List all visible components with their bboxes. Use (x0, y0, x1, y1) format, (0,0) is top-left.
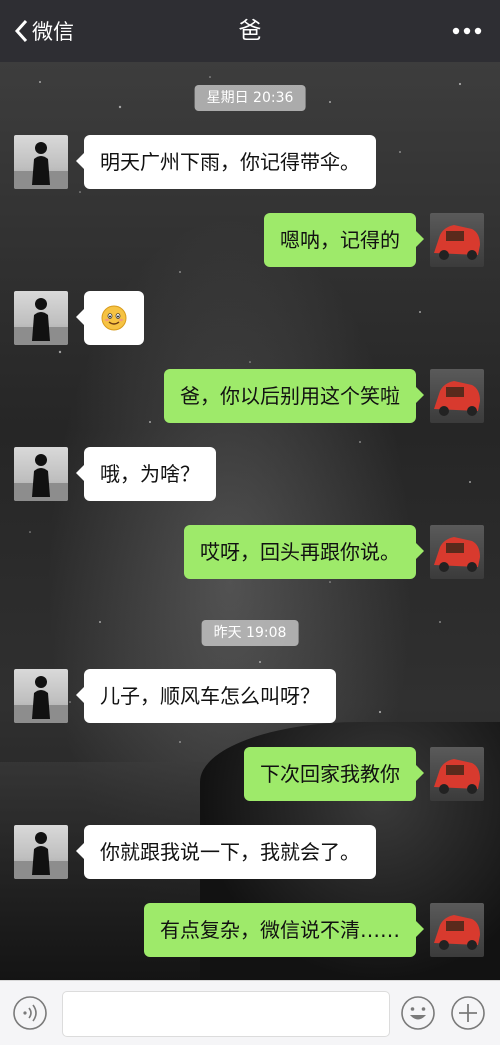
smile-emoji-icon (101, 305, 127, 330)
nav-bar: 微信 爸 (0, 0, 500, 62)
red-car-icon (434, 537, 480, 572)
plus-button[interactable] (450, 995, 486, 1031)
message-bubble-sent[interactable]: 爸，你以后别用这个笑啦 (164, 369, 424, 423)
avatar-me[interactable] (430, 213, 484, 267)
more-dots-icon (452, 27, 482, 35)
avatar-dad[interactable] (14, 291, 68, 345)
red-car-icon (434, 381, 480, 416)
avatar-dad[interactable] (14, 825, 68, 879)
avatar-dad[interactable] (14, 135, 68, 189)
emoji-button[interactable] (400, 995, 436, 1031)
person-silhouette-icon (14, 298, 68, 345)
red-car-icon (434, 759, 480, 794)
input-bar (0, 980, 500, 1045)
avatar-dad[interactable] (14, 447, 68, 501)
timestamp: 昨天 19:08 (201, 620, 299, 646)
emoji-icon (401, 996, 435, 1030)
voice-icon (13, 996, 47, 1030)
avatar-me[interactable] (430, 903, 484, 957)
avatar-dad[interactable] (14, 669, 68, 723)
person-silhouette-icon (14, 454, 68, 501)
red-car-icon (434, 225, 480, 260)
message-bubble-sent[interactable]: 有点复杂，微信说不清…… (144, 903, 424, 957)
message-bubble-received[interactable] (76, 291, 144, 345)
message-bubble-sent[interactable]: 嗯呐，记得的 (264, 213, 424, 267)
person-silhouette-icon (14, 832, 68, 879)
timestamp: 星期日 20:36 (194, 85, 306, 111)
avatar-me[interactable] (430, 369, 484, 423)
message-bubble-received[interactable]: 明天广州下雨，你记得带伞。 (76, 135, 376, 189)
message-bubble-sent[interactable]: 哎呀，回头再跟你说。 (184, 525, 424, 579)
voice-button[interactable] (12, 995, 48, 1031)
plus-icon (451, 996, 485, 1030)
message-bubble-sent[interactable]: 下次回家我教你 (244, 747, 424, 801)
person-silhouette-icon (14, 142, 68, 189)
person-silhouette-icon (14, 676, 68, 723)
chat-area[interactable]: 星期日 20:36 昨天 19:08 明天广州下雨，你记得带伞。 嗯呐，记得的 (0, 62, 500, 980)
chat-title: 爸 (238, 18, 262, 44)
message-bubble-received[interactable]: 你就跟我说一下，我就会了。 (76, 825, 376, 879)
avatar-me[interactable] (430, 525, 484, 579)
message-input[interactable] (62, 991, 390, 1037)
message-bubble-received[interactable]: 哦，为啥？ (76, 447, 216, 501)
message-bubble-received[interactable]: 儿子，顺风车怎么叫呀？ (76, 669, 336, 723)
more-button[interactable] (450, 14, 484, 48)
red-car-icon (434, 915, 480, 950)
avatar-me[interactable] (430, 747, 484, 801)
